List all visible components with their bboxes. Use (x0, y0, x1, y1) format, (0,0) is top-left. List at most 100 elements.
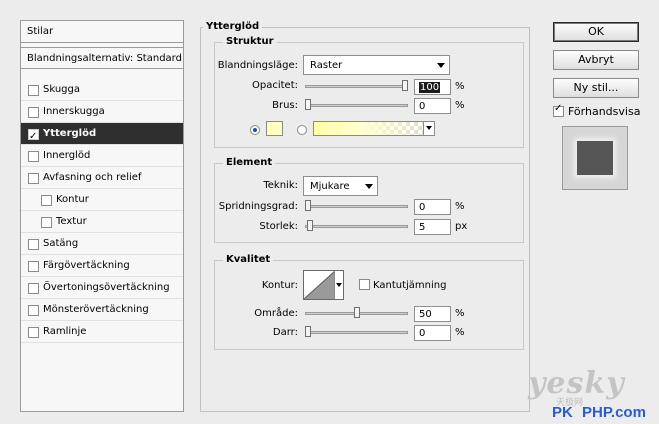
opacity-label: Opacitet: (252, 80, 298, 91)
opacity-unit: % (455, 81, 465, 92)
glow-color-swatch[interactable] (266, 121, 283, 136)
solid-color-radio[interactable] (250, 125, 260, 135)
size-label: Storlek: (259, 221, 298, 232)
style-item-label: Skugga (43, 84, 80, 95)
style-item[interactable]: Innerskugga (21, 101, 183, 123)
jitter-slider-thumb[interactable] (305, 326, 311, 337)
preview-thumbnail (562, 126, 628, 190)
blending-options-item[interactable]: Blandningsalternativ: Standard (21, 47, 183, 69)
style-item[interactable]: Färgövertäckning (21, 255, 183, 277)
spread-label: Spridningsgrad: (218, 201, 298, 212)
style-item[interactable]: Mönsterövertäckning (21, 299, 183, 321)
opacity-slider-track[interactable] (305, 85, 408, 88)
chevron-down-icon (365, 184, 373, 189)
noise-label: Brus: (272, 100, 298, 111)
antialias-checkbox[interactable] (359, 279, 370, 290)
blend-mode-label: Blandningsläge: (217, 60, 298, 71)
opacity-value: 100 (419, 82, 441, 93)
style-item[interactable]: Avfasning och relief (21, 167, 183, 189)
noise-input[interactable]: 0 (414, 98, 451, 114)
technique-select[interactable]: Mjukare (303, 176, 378, 196)
outer-glow-title: Ytterglöd (203, 21, 263, 32)
style-item-checkbox[interactable] (28, 151, 39, 162)
range-unit: % (455, 308, 465, 319)
jitter-unit: % (455, 327, 465, 338)
blend-mode-value: Raster (310, 60, 343, 71)
style-item-checkbox[interactable] (28, 283, 39, 294)
style-item-checkbox[interactable] (28, 107, 39, 118)
watermark-site: PHP.com (582, 404, 646, 421)
noise-slider-track[interactable] (305, 104, 408, 107)
preview-checkbox[interactable] (553, 103, 564, 117)
style-item-label: Ramlinje (43, 326, 87, 337)
styles-list: Stilar Blandningsalternativ: Standard Sk… (20, 20, 184, 412)
opacity-slider-thumb[interactable] (402, 80, 408, 91)
range-input[interactable]: 50 (414, 306, 451, 322)
styles-header[interactable]: Stilar (21, 21, 183, 43)
style-item[interactable]: Ramlinje (21, 321, 183, 343)
style-item-checkbox[interactable] (28, 239, 39, 250)
chevron-down-icon (437, 63, 445, 68)
style-item-label: Textur (56, 216, 87, 227)
noise-slider-thumb[interactable] (305, 99, 311, 110)
styles-header-label: Stilar (27, 26, 54, 37)
style-item-checkbox[interactable] (41, 195, 52, 206)
gradient-radio[interactable] (297, 125, 307, 135)
style-item[interactable]: Innerglöd (21, 145, 183, 167)
style-item[interactable]: Satäng (21, 233, 183, 255)
style-item-checkbox[interactable] (41, 217, 52, 228)
style-item-label: Mönsterövertäckning (43, 304, 149, 315)
style-item[interactable]: Övertoningsövertäckning (21, 277, 183, 299)
size-slider-thumb[interactable] (306, 220, 313, 231)
style-item[interactable]: Kontur (21, 189, 183, 211)
size-slider-track[interactable] (305, 225, 408, 228)
jitter-slider-track[interactable] (305, 331, 408, 334)
gradient-picker[interactable] (313, 121, 435, 136)
style-item-checkbox[interactable] (28, 126, 39, 148)
antialias-label: Kantutjämning (373, 280, 447, 291)
spread-slider-thumb[interactable] (305, 200, 311, 211)
style-item[interactable]: Textur (21, 211, 183, 233)
style-item-checkbox[interactable] (28, 261, 39, 272)
watermark-prefix: PK (552, 404, 573, 421)
style-item-label: Innerskugga (43, 106, 105, 117)
new-style-button[interactable]: Ny stil... (553, 78, 639, 98)
preview-shape (577, 141, 613, 175)
elements-title: Element (223, 157, 276, 168)
spread-unit: % (455, 201, 465, 212)
structure-title: Struktur (223, 36, 277, 47)
style-item-label: Ytterglöd (43, 128, 97, 139)
style-item-checkbox[interactable] (28, 85, 39, 96)
blend-mode-select[interactable]: Raster (303, 55, 450, 75)
style-item-label: Färgövertäckning (43, 260, 130, 271)
style-item[interactable]: Ytterglöd (21, 123, 183, 148)
style-item-label: Kontur (56, 194, 89, 205)
quality-title: Kvalitet (223, 254, 274, 265)
style-item-label: Övertoningsövertäckning (43, 282, 170, 293)
jitter-label: Darr: (272, 327, 298, 338)
chevron-down-icon (336, 283, 342, 287)
chevron-down-icon (426, 126, 432, 130)
blending-options-label: Blandningsalternativ: Standard (27, 53, 182, 64)
style-item-checkbox[interactable] (28, 173, 39, 184)
contour-label: Kontur: (261, 280, 298, 291)
technique-label: Teknik: (263, 180, 298, 191)
size-input[interactable]: 5 (414, 219, 451, 235)
contour-picker[interactable] (303, 270, 344, 300)
cancel-button[interactable]: Avbryt (553, 50, 639, 70)
contour-curve-icon (304, 271, 335, 299)
ok-button[interactable]: OK (553, 22, 639, 42)
spread-input[interactable]: 0 (414, 199, 451, 215)
style-item-label: Satäng (43, 238, 79, 249)
spread-slider-track[interactable] (305, 205, 408, 208)
range-slider-thumb[interactable] (353, 307, 360, 318)
style-item[interactable]: Skugga (21, 79, 183, 101)
style-item-label: Avfasning och relief (43, 172, 142, 183)
style-item-checkbox[interactable] (28, 305, 39, 316)
opacity-input[interactable]: 100 (414, 79, 451, 95)
jitter-input[interactable]: 0 (414, 325, 451, 341)
style-item-label: Innerglöd (43, 150, 91, 161)
size-unit: px (455, 221, 468, 232)
style-item-checkbox[interactable] (28, 327, 39, 338)
range-label: Område: (254, 308, 298, 319)
